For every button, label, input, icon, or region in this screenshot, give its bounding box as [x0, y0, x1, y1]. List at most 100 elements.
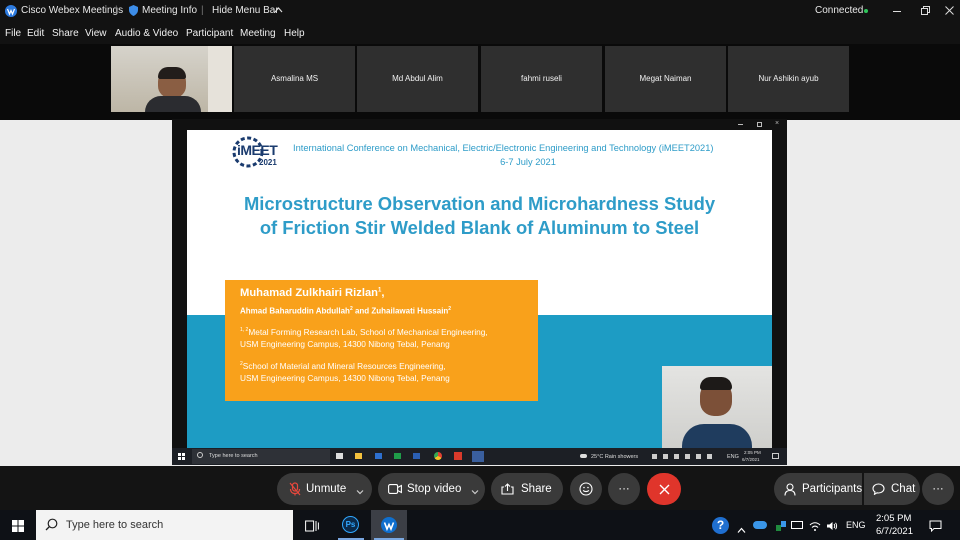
- shared-close-icon: ×: [775, 120, 780, 127]
- language-indicator[interactable]: ENG: [846, 520, 866, 530]
- chevron-down-icon[interactable]: [356, 486, 364, 495]
- search-icon: [45, 518, 58, 531]
- meeting-info-button[interactable]: Meeting Info: [142, 5, 197, 16]
- author-box: Muhamad Zulkhairi Rizlan1, Ahmad Baharud…: [225, 280, 538, 401]
- shared-screen: × iMEET 2021 International Conference on…: [172, 119, 787, 465]
- minimize-icon[interactable]: [893, 11, 901, 12]
- participant-strip: Asmalina MS Md Abdul Alim fahmi ruseli M…: [0, 44, 960, 120]
- battery-icon[interactable]: [791, 521, 803, 529]
- shared-taskbar: Type here to search 25°C Rain showers EN…: [172, 448, 787, 465]
- coauthor-2: Zuhailawati Hussain: [371, 306, 449, 316]
- shared-app-icon: [394, 453, 401, 459]
- menu-audio-video[interactable]: Audio & Video: [115, 28, 178, 39]
- menu-view[interactable]: View: [85, 28, 107, 39]
- chevron-up-icon[interactable]: [274, 6, 283, 14]
- chevron-down-icon[interactable]: [471, 486, 479, 495]
- logo-text: iMEET: [237, 142, 278, 158]
- panel-more-label: ···: [932, 483, 944, 495]
- reactions-button[interactable]: [570, 473, 602, 505]
- panel-more-button[interactable]: ···: [922, 473, 954, 505]
- shared-weather-icon: [580, 454, 587, 458]
- leave-meeting-button[interactable]: [647, 473, 681, 505]
- conference-dates: 6-7 July 2021: [500, 157, 556, 167]
- network-icon[interactable]: [775, 519, 787, 531]
- menu-help[interactable]: Help: [284, 28, 305, 39]
- close-icon[interactable]: [945, 6, 954, 15]
- affiliation-1-line1: Metal Forming Research Lab, School of Me…: [248, 327, 488, 337]
- taskbar-search-box[interactable]: Type here to search: [36, 510, 293, 540]
- shared-window-titlebar: ×: [172, 119, 787, 130]
- unmute-label: Unmute: [306, 483, 347, 495]
- meeting-controls: Unmute Stop video Share ··· Participants…: [0, 466, 960, 510]
- shared-app-icon: [336, 453, 343, 459]
- menu-participant[interactable]: Participant: [186, 28, 233, 39]
- chevron-up-icon[interactable]: [737, 521, 746, 533]
- title-separator: |: [201, 5, 204, 16]
- unmute-button[interactable]: Unmute: [277, 473, 372, 505]
- stop-video-label: Stop video: [407, 483, 462, 495]
- shared-app-icon: [472, 451, 484, 462]
- stop-video-button[interactable]: Stop video: [378, 473, 485, 505]
- participant-tile[interactable]: fahmi ruseli: [481, 46, 602, 112]
- conference-name: International Conference on Mechanical, …: [293, 143, 714, 153]
- self-video-tile[interactable]: [111, 46, 232, 112]
- shared-windows-icon: [178, 453, 185, 460]
- task-view-icon[interactable]: [305, 519, 319, 532]
- affiliation-2-line1: School of Material and Mineral Resources…: [242, 361, 446, 371]
- shield-icon: [129, 5, 138, 16]
- hide-menu-bar-button[interactable]: Hide Menu Bar: [212, 5, 279, 16]
- affiliation-1-line2: USM Engineering Campus, 14300 Nibong Teb…: [240, 339, 450, 349]
- windows-taskbar: Type here to search Ps ? ENG 2:05 PM 6/7…: [0, 510, 960, 540]
- participant-tile[interactable]: Md Abdul Alim: [357, 46, 478, 112]
- help-question-icon[interactable]: ?: [712, 517, 729, 534]
- shared-minimize-icon: [738, 124, 743, 125]
- coauthor-1: Ahmad Baharuddin Abdullah: [240, 306, 350, 316]
- windows-start-icon[interactable]: [12, 519, 24, 532]
- coauthor-and: and: [352, 306, 372, 316]
- share-icon: [501, 483, 514, 495]
- participant-tile[interactable]: Asmalina MS: [234, 46, 355, 112]
- shared-date: 6/7/2021: [742, 457, 760, 462]
- share-label: Share: [521, 483, 552, 495]
- menu-edit[interactable]: Edit: [27, 28, 44, 39]
- clock-time[interactable]: 2:05 PM: [876, 513, 911, 524]
- chat-panel-button[interactable]: Chat: [864, 473, 920, 505]
- menu-meeting[interactable]: Meeting: [240, 28, 276, 39]
- title-bar: Cisco Webex Meetings | Meeting Info | Hi…: [0, 0, 960, 22]
- connection-status: Connected: [815, 5, 864, 16]
- shared-app-icon: [375, 453, 382, 459]
- author-main: Muhamad Zulkhairi Rizlan: [240, 287, 378, 299]
- volume-icon[interactable]: [826, 519, 838, 531]
- menu-share[interactable]: Share: [52, 28, 79, 39]
- clock-date[interactable]: 6/7/2021: [876, 526, 913, 537]
- notification-icon[interactable]: [929, 519, 942, 533]
- participant-tile[interactable]: Nur Ashikin ayub: [728, 46, 849, 112]
- wifi-icon[interactable]: [809, 519, 821, 531]
- participants-panel-button[interactable]: Participants: [774, 473, 862, 505]
- photoshop-icon[interactable]: Ps: [342, 516, 359, 533]
- share-button[interactable]: Share: [491, 473, 563, 505]
- shared-restore-icon: [757, 122, 762, 127]
- webex-taskbar-button[interactable]: [371, 510, 407, 540]
- restore-icon[interactable]: [921, 6, 930, 15]
- mic-muted-icon: [289, 482, 301, 496]
- author-main-comma: ,: [381, 287, 385, 299]
- taskbar-search-text: Type here to search: [66, 519, 164, 531]
- shared-app-icon: [413, 453, 420, 459]
- shared-tray-icons: [652, 454, 712, 459]
- slide-title-line2: of Friction Stir Welded Blank of Aluminu…: [259, 217, 700, 238]
- coauthor-2-sup: 2: [448, 306, 452, 312]
- title-separator: |: [115, 5, 118, 16]
- shared-search-icon: [197, 452, 203, 458]
- video-camera-icon: [388, 484, 402, 494]
- onedrive-icon[interactable]: [753, 521, 767, 529]
- shared-chrome-icon: [434, 452, 442, 460]
- shared-notification-icon: [772, 453, 779, 459]
- shared-lang: ENG: [727, 454, 739, 460]
- menu-file[interactable]: File: [5, 28, 21, 39]
- participant-tile[interactable]: Megat Naiman: [605, 46, 726, 112]
- more-options-button[interactable]: ···: [608, 473, 640, 505]
- app-title: Cisco Webex Meetings: [21, 5, 124, 16]
- shared-weather-text: 25°C Rain showers: [591, 454, 639, 460]
- connected-dot-icon: [864, 9, 868, 13]
